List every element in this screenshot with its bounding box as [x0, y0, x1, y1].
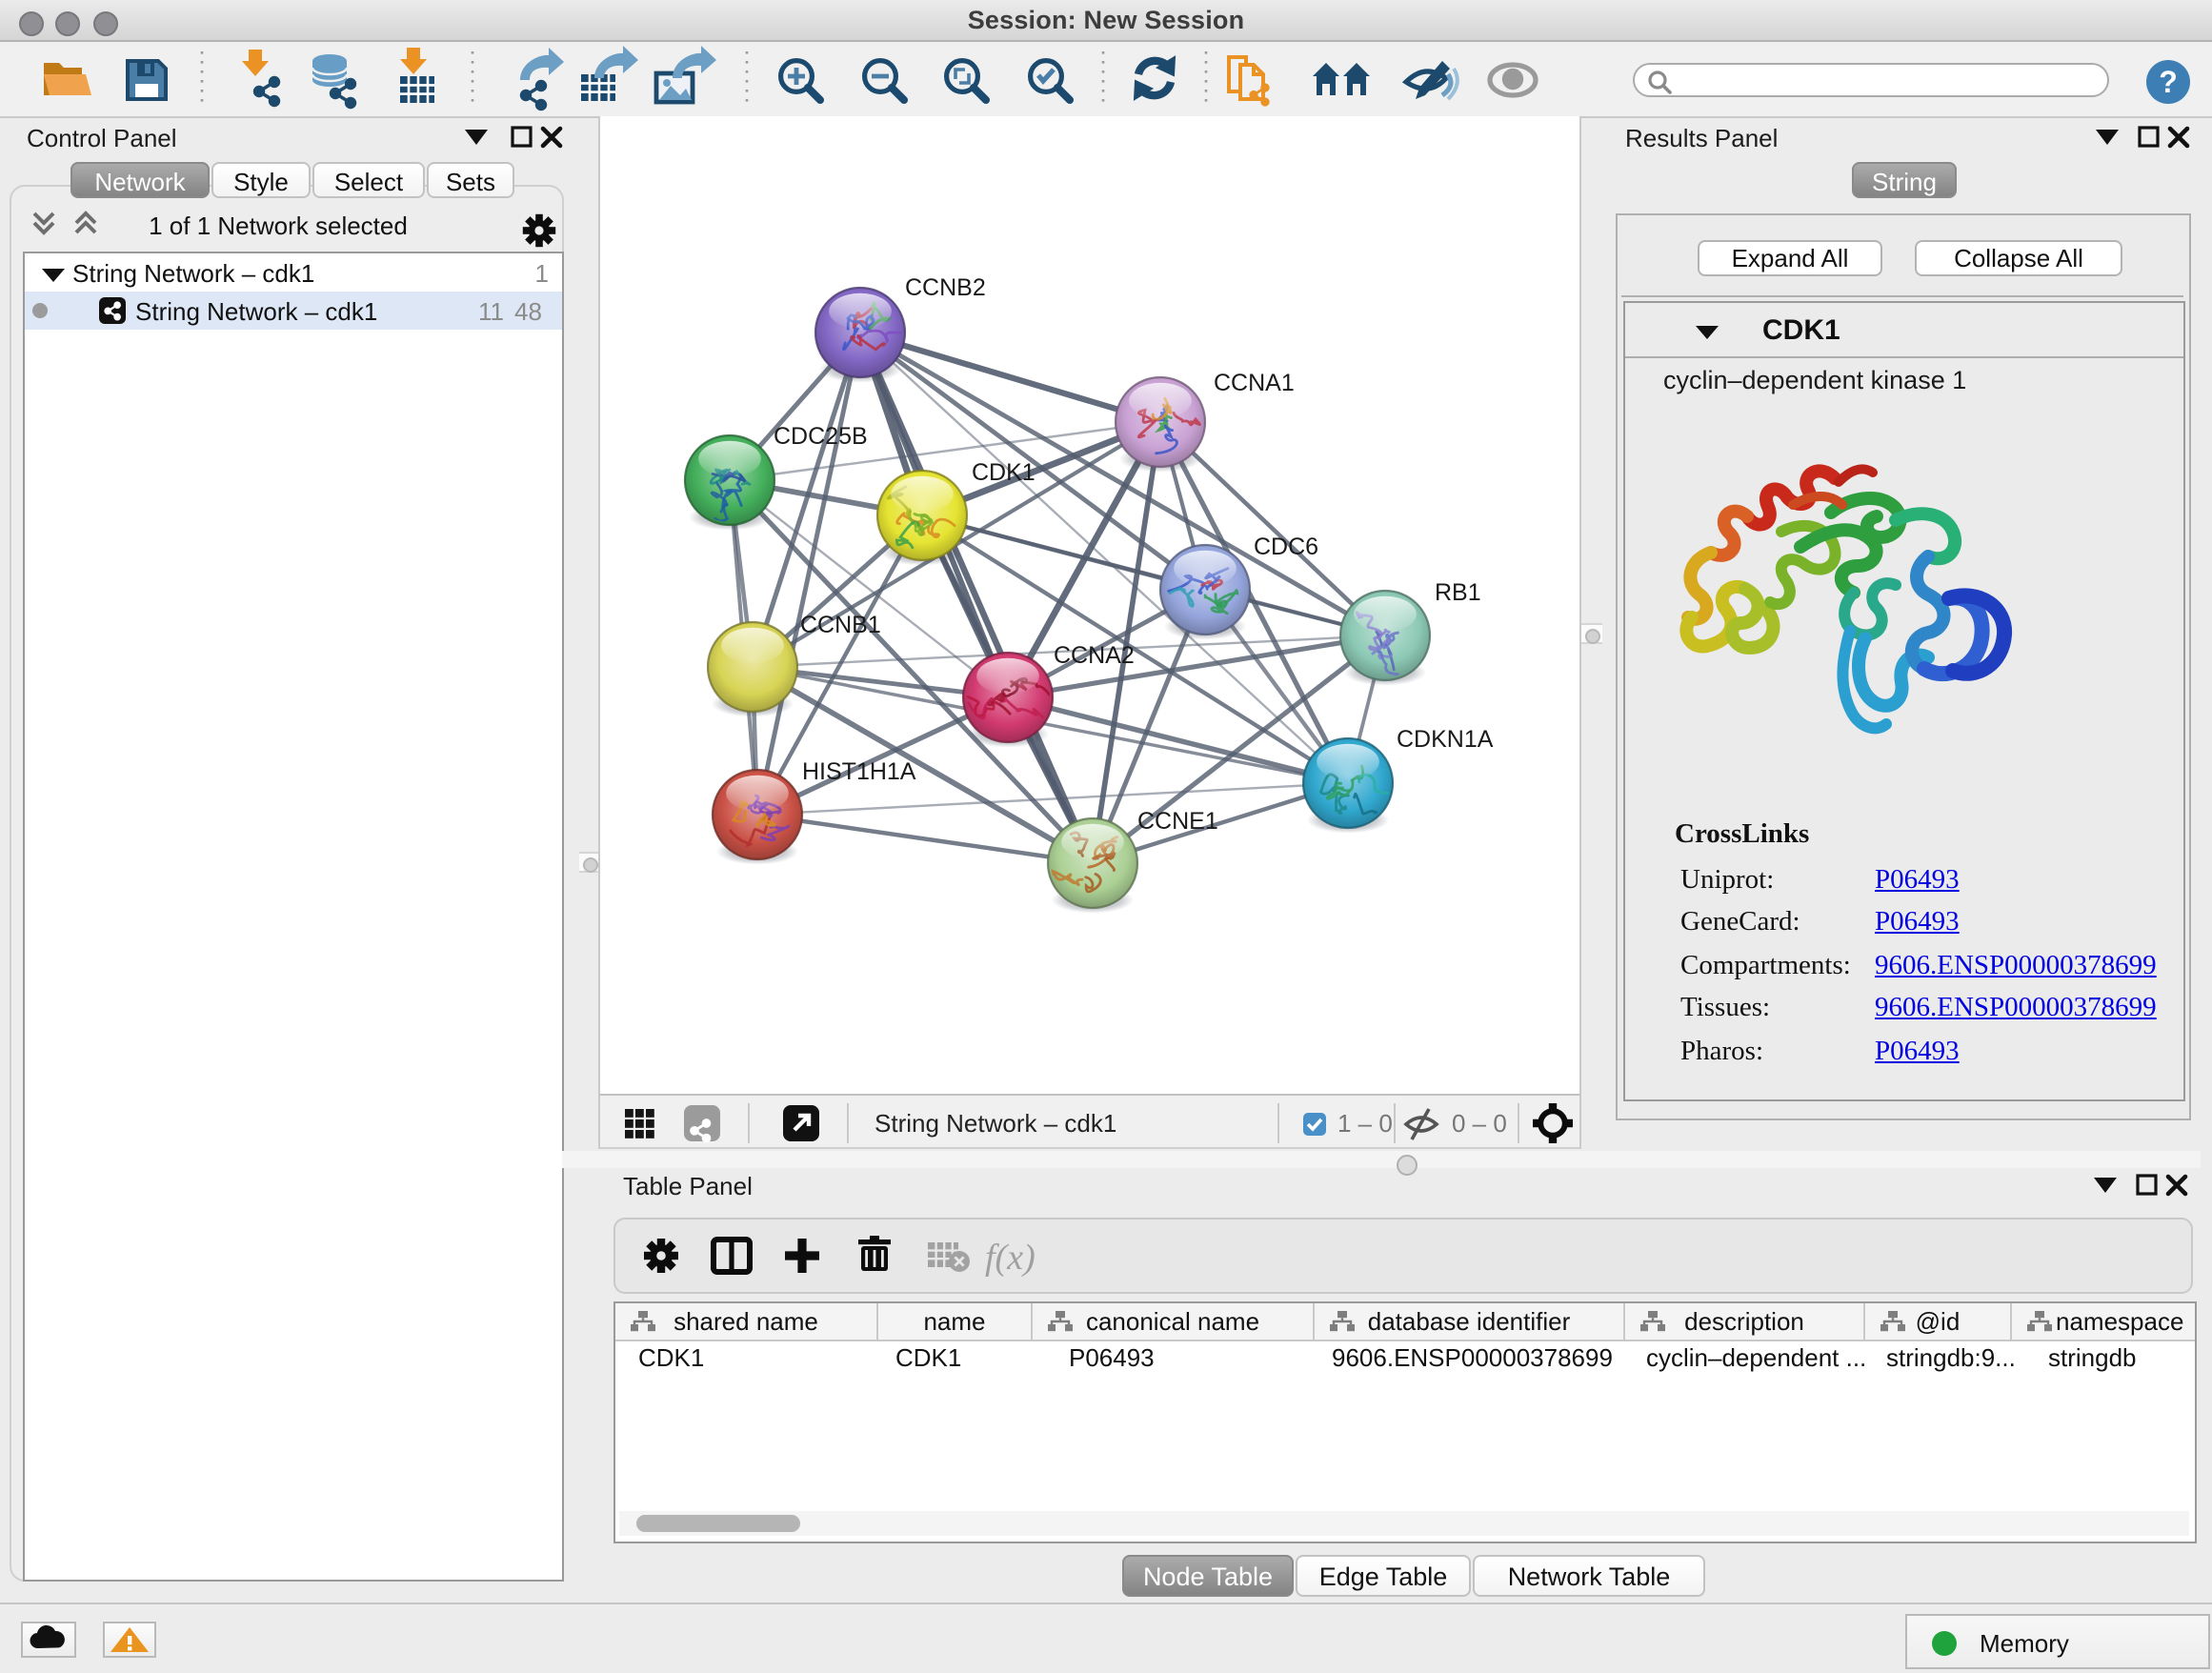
svg-text:CDK1: CDK1 [972, 459, 1036, 486]
svg-text:HIST1H1A: HIST1H1A [802, 758, 916, 785]
svg-text:f(x): f(x) [985, 1238, 1036, 1278]
svg-text:0 – 0: 0 – 0 [1452, 1109, 1507, 1138]
svg-text:CCNE1: CCNE1 [1137, 808, 1218, 835]
svg-text:CDKN1A: CDKN1A [1397, 726, 1494, 753]
svg-text:?: ? [2159, 65, 2178, 99]
svg-text:CCNB1: CCNB1 [800, 612, 881, 638]
svg-text:RB1: RB1 [1435, 579, 1481, 606]
svg-text:CCNB2: CCNB2 [905, 274, 986, 301]
svg-text:CCNA2: CCNA2 [1054, 642, 1135, 669]
svg-text:CDC25B: CDC25B [774, 423, 868, 450]
svg-text:1 – 0: 1 – 0 [1337, 1109, 1393, 1138]
svg-text:String Network – cdk1: String Network – cdk1 [875, 1109, 1116, 1138]
svg-text:CDC6: CDC6 [1254, 534, 1318, 560]
svg-text:CCNA1: CCNA1 [1214, 370, 1295, 396]
